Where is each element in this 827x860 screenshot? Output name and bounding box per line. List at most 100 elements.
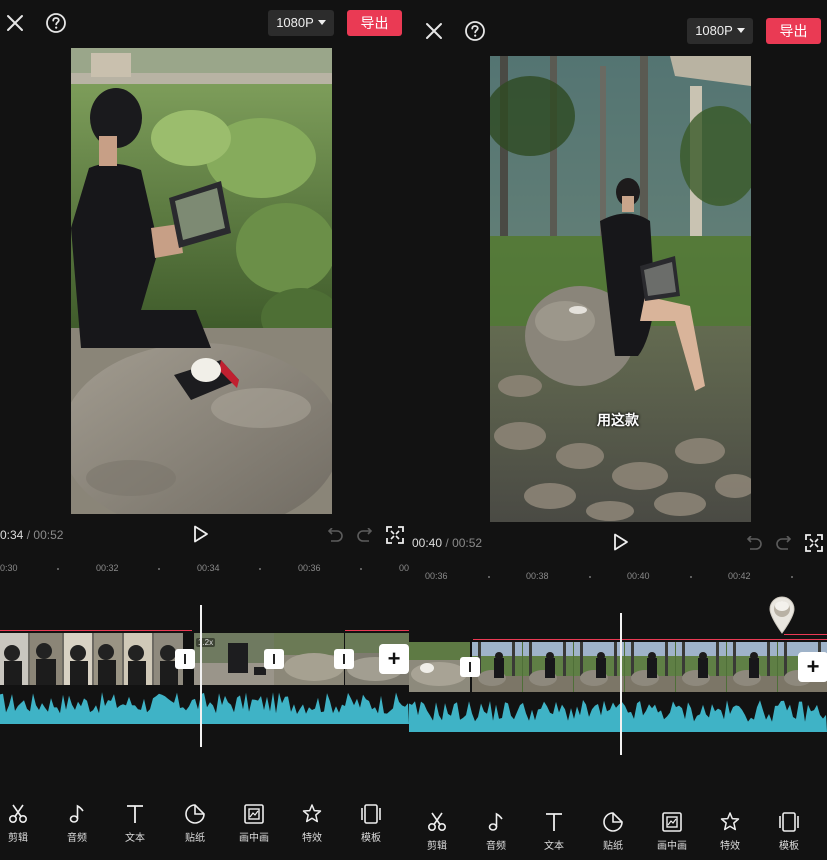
template-icon	[361, 804, 381, 824]
selection-line	[345, 630, 409, 631]
close-icon[interactable]	[6, 14, 24, 32]
tool-picture-in-picture[interactable]: 画中画	[229, 803, 279, 844]
tool-text[interactable]: 文本	[529, 811, 579, 852]
tool-edit[interactable]: 剪辑	[412, 811, 462, 852]
ruler-dot	[360, 568, 362, 570]
audio-track[interactable]	[409, 696, 827, 732]
playhead[interactable]	[200, 605, 202, 747]
help-icon[interactable]	[45, 12, 67, 34]
time-separator: /	[26, 528, 31, 542]
play-icon[interactable]	[193, 525, 209, 543]
help-icon[interactable]	[464, 20, 486, 42]
transition-icon[interactable]	[175, 649, 195, 669]
tool-effects[interactable]: 特效	[287, 803, 337, 844]
subtitle-caption[interactable]: 用这款	[597, 410, 639, 430]
tool-edit[interactable]: 剪辑	[0, 803, 43, 844]
sticker-icon	[603, 812, 623, 832]
timeline-ruler[interactable]: 0:30 00:32 00:34 00:36 00	[0, 557, 409, 579]
video-preview[interactable]	[71, 48, 332, 514]
transition-icon[interactable]	[334, 649, 354, 669]
clip-thumbnails	[472, 642, 827, 692]
template-icon	[779, 812, 799, 832]
audio-waveform	[0, 692, 409, 724]
video-track-clip[interactable]	[0, 633, 183, 685]
ruler-tick: 00:42	[728, 571, 751, 581]
audio-track[interactable]	[0, 688, 409, 724]
ruler-tick: 00:32	[96, 563, 119, 573]
add-clip-icon[interactable]: +	[798, 652, 827, 682]
clip-thumbnails	[0, 633, 183, 685]
tool-effects[interactable]: 特效	[705, 811, 755, 852]
transition-icon[interactable]	[264, 649, 284, 669]
audio-waveform	[409, 700, 827, 732]
effects-icon	[720, 812, 740, 831]
ruler-tick: 0:30	[0, 563, 18, 573]
tool-label: 剪辑	[8, 833, 28, 844]
tool-label: 文本	[125, 833, 145, 844]
undo-icon[interactable]	[326, 528, 344, 544]
ruler-tick: 00:40	[627, 571, 650, 581]
tool-label: 文本	[544, 841, 564, 852]
tool-label: 音频	[67, 833, 87, 844]
undo-icon[interactable]	[745, 536, 763, 552]
picture-in-picture-icon	[244, 804, 264, 824]
export-button[interactable]: 导出	[766, 18, 821, 44]
tool-audio[interactable]: 音频	[52, 803, 102, 844]
text-icon	[546, 813, 562, 831]
effects-icon	[302, 804, 322, 823]
tool-label: 特效	[302, 833, 322, 844]
resolution-label: 1080P	[276, 15, 314, 30]
ruler-dot	[589, 576, 591, 578]
caret-down-icon	[317, 20, 326, 25]
tool-label: 模板	[361, 833, 381, 844]
fullscreen-icon[interactable]	[805, 534, 823, 552]
selection-line	[0, 630, 192, 631]
tool-sticker[interactable]: 贴纸	[588, 811, 638, 852]
ruler-dot	[259, 568, 261, 570]
tool-text[interactable]: 文本	[110, 803, 160, 844]
tool-label: 画中画	[239, 833, 269, 844]
tool-template[interactable]: 模板	[764, 811, 814, 852]
video-preview[interactable]	[490, 56, 751, 522]
ruler-dot	[690, 576, 692, 578]
video-track-clip[interactable]	[472, 642, 827, 692]
total-duration: 00:52	[452, 536, 483, 550]
ruler-tick: 00:34	[197, 563, 220, 573]
tool-audio[interactable]: 音频	[471, 811, 521, 852]
location-pin-icon[interactable]	[768, 595, 796, 635]
scissors-icon	[8, 804, 28, 824]
ruler-dot	[158, 568, 160, 570]
selection-line	[473, 639, 827, 640]
tool-label: 剪辑	[427, 841, 447, 852]
resolution-label: 1080P	[695, 23, 733, 38]
time-display: 00:40 / 00:52	[412, 536, 482, 550]
resolution-dropdown[interactable]: 1080P	[268, 10, 334, 36]
resolution-dropdown[interactable]: 1080P	[687, 18, 753, 44]
timeline-ruler[interactable]: 00:36 00:38 00:40 00:42	[409, 565, 827, 587]
current-time: 00:40	[412, 536, 443, 550]
tool-template[interactable]: 模板	[346, 803, 396, 844]
redo-icon[interactable]	[356, 528, 374, 544]
redo-icon[interactable]	[775, 536, 793, 552]
scissors-icon	[427, 812, 447, 832]
transition-icon[interactable]	[460, 657, 480, 677]
export-button[interactable]: 导出	[347, 10, 402, 36]
fullscreen-icon[interactable]	[386, 526, 404, 544]
time-display: 0:34 / 00:52	[0, 528, 63, 542]
tool-label: 特效	[720, 841, 740, 852]
ruler-tick: 00:36	[425, 571, 448, 581]
tool-label: 画中画	[657, 841, 687, 852]
picture-in-picture-icon	[662, 812, 682, 832]
text-icon	[127, 805, 143, 823]
add-clip-icon[interactable]: +	[379, 644, 409, 674]
selection-line	[784, 634, 827, 635]
tool-picture-in-picture[interactable]: 画中画	[647, 811, 697, 852]
video-frame-woman-on-rock	[71, 48, 332, 514]
tool-sticker[interactable]: 贴纸	[170, 803, 220, 844]
play-icon[interactable]	[613, 533, 629, 551]
playhead[interactable]	[620, 613, 622, 755]
speed-badge: 1.2x	[196, 638, 216, 647]
close-icon[interactable]	[425, 22, 443, 40]
music-note-icon	[488, 812, 503, 831]
ruler-tick: 00:36	[298, 563, 321, 573]
